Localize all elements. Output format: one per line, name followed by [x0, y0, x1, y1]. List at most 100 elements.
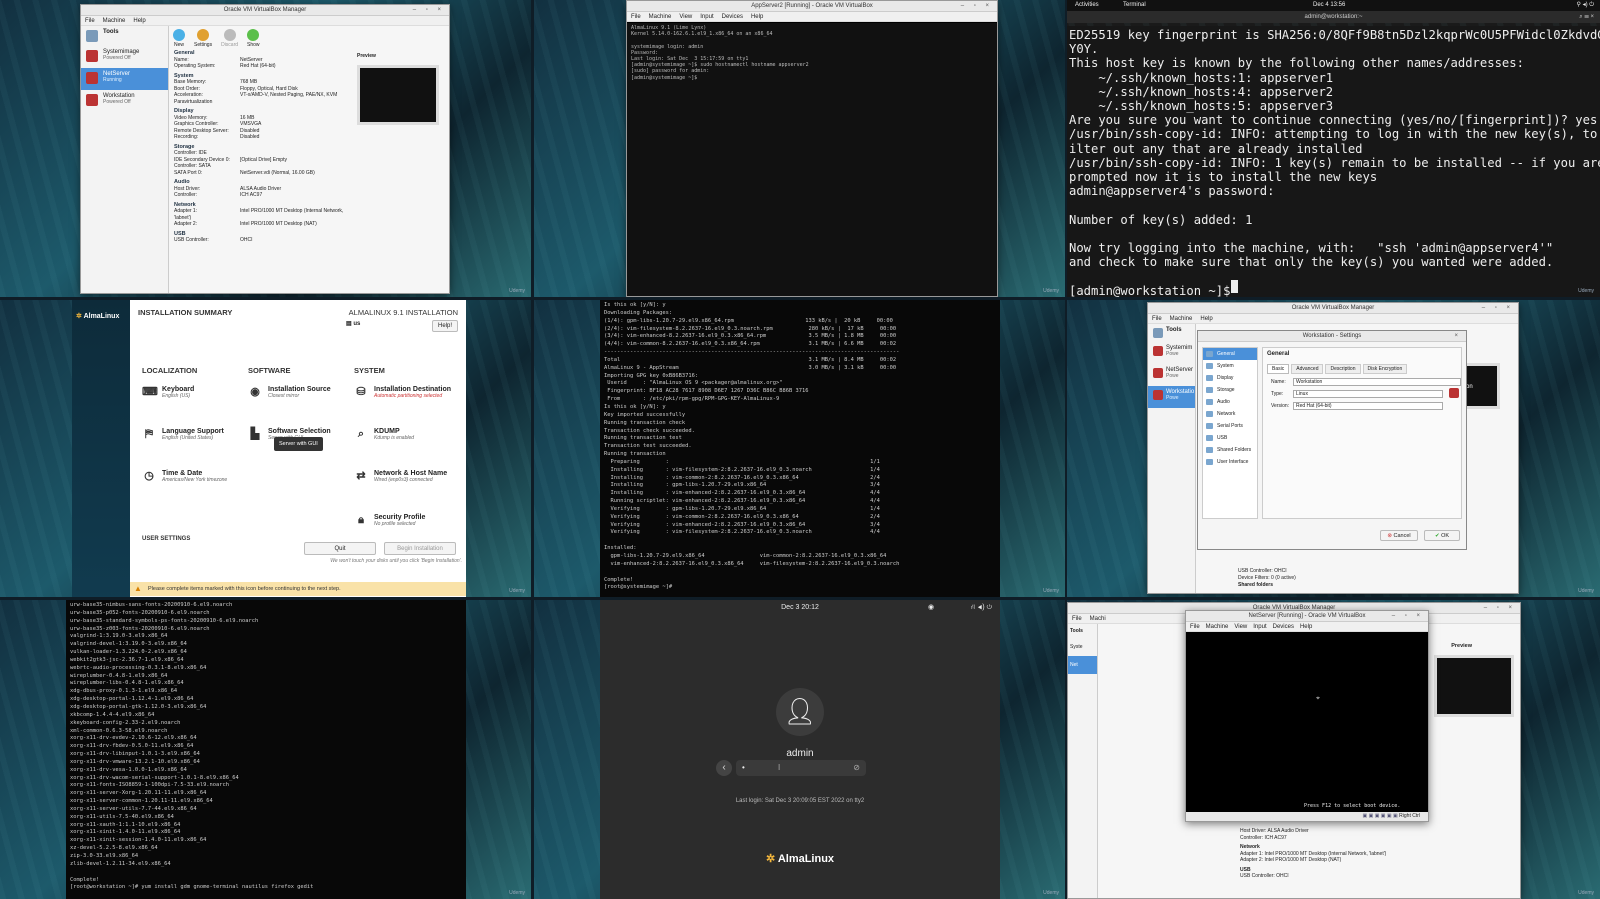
window-controls[interactable]: – ▫ × [413, 5, 445, 16]
detail-value: NetServer [240, 56, 263, 63]
category-display[interactable]: Display [1203, 372, 1257, 384]
menu-machine[interactable]: Machine [103, 16, 126, 25]
menu-file[interactable]: File [85, 16, 95, 25]
type-select[interactable]: Linux [1293, 390, 1443, 398]
spoke-installation-destination[interactable]: ⛁ Installation Destination Automatic parti… [352, 386, 452, 399]
tools-item[interactable]: Tools [81, 26, 168, 46]
tab-description[interactable]: Description [1325, 364, 1361, 374]
tab-advanced[interactable]: Advanced [1291, 364, 1324, 374]
disc-icon: ◉ [250, 386, 260, 398]
version-select[interactable]: Red Hat (64-bit) [1293, 402, 1443, 410]
menu-devices[interactable]: Devices [1273, 622, 1294, 631]
back-button[interactable]: ‹ [716, 760, 732, 776]
begin-installation-button[interactable]: Begin Installation [384, 542, 456, 555]
vm-item-workstation[interactable]: Workstation Powered Off [81, 90, 168, 112]
menu-file[interactable]: File [1152, 314, 1162, 323]
close-icon[interactable]: × [1454, 331, 1462, 342]
menu-machine[interactable]: Machine [1206, 622, 1229, 631]
network-icon: ⇄ [356, 470, 366, 482]
category-general[interactable]: General [1203, 348, 1257, 360]
window-controls[interactable]: – ▫ × [961, 1, 993, 12]
category-user-interface[interactable]: User Interface [1203, 456, 1257, 468]
clock[interactable]: Dec 3 20:12 [781, 604, 819, 611]
menu-machine[interactable]: Machine [649, 12, 672, 21]
category-serial-ports[interactable]: Serial Ports [1203, 420, 1257, 432]
spoke-network-hostname[interactable]: ⇄ Network & Host Name Wired (enp0s3) conne… [352, 470, 452, 483]
spoke-kdump[interactable]: ⌕ KDUMP Kdump is enabled [352, 428, 414, 441]
category-shared-folders[interactable]: Shared Folders [1203, 444, 1257, 456]
menu-help[interactable]: Help [133, 16, 145, 25]
quit-button[interactable]: Quit [304, 542, 376, 555]
spoke-installation-source[interactable]: ◉ Installation Source Closest mirror [246, 386, 330, 399]
menu-view[interactable]: View [679, 12, 692, 21]
vbox-manager-window: Oracle VM VirtualBox Manager – ▫ × File M… [80, 4, 450, 294]
category-storage[interactable]: Storage [1203, 384, 1257, 396]
menu-help[interactable]: Help [751, 12, 763, 21]
vm-list: Tools Syste Net [1068, 624, 1098, 898]
vm-item-systemimage[interactable]: Systemimage Powered Off [81, 46, 168, 68]
window-controls[interactable]: – ▫ × [1484, 603, 1516, 614]
tools-item[interactable]: Tools [1068, 624, 1097, 638]
clock[interactable]: Dec 4 13:56 [1313, 0, 1345, 11]
category-system[interactable]: System [1203, 360, 1257, 372]
device-status-icons[interactable]: ▣ ▣ ▣ ▣ ▣ ▣ [1362, 813, 1399, 819]
text-cursor-icon: I [778, 763, 781, 772]
window-controls[interactable]: – ▫ × [1482, 303, 1514, 314]
menu-machine[interactable]: Machi [1090, 614, 1106, 623]
spoke-security-profile[interactable]: 🔒︎ Security Profile No profile selected [352, 514, 425, 527]
vm-item-netserver[interactable]: NetServer Running [81, 68, 168, 90]
almalinux-logo: ✲ AlmaLinux [765, 853, 835, 865]
keyboard-layout-indicator[interactable]: ▤ us [346, 320, 360, 327]
console-output[interactable]: Is this ok [y/N]: y Downloading Packages… [600, 300, 1000, 597]
tools-icon [1153, 328, 1163, 338]
accessibility-icon[interactable]: ◉ [928, 600, 934, 616]
vm-item-netserver[interactable]: Net [1068, 656, 1097, 674]
tab-basic[interactable]: Basic [1267, 364, 1290, 374]
activities-button[interactable]: Activities [1075, 0, 1099, 11]
vm-item-systemimage[interactable]: Syste [1068, 638, 1097, 656]
menu-help[interactable]: Help [1300, 622, 1312, 631]
menu-input[interactable]: Input [1253, 622, 1266, 631]
system-tray-icons[interactable]: ⚲ ◂) ⏻ [1577, 0, 1594, 11]
vm-os-icon [86, 94, 98, 106]
menu-help[interactable]: Help [1200, 314, 1212, 323]
terminal-app-menu[interactable]: Terminal [1123, 0, 1146, 11]
preview-label: Preview [1451, 643, 1472, 649]
category-usb[interactable]: USB [1203, 432, 1257, 444]
headerbar-buttons[interactable]: ⌕ ☰ × [1579, 11, 1594, 23]
cancel-button[interactable]: ⊗ Cancel [1380, 530, 1418, 541]
spoke-keyboard[interactable]: ⌨ Keyboard English (US) [140, 386, 194, 399]
name-field[interactable]: Workstation [1293, 378, 1461, 386]
vm-item-systemimage[interactable]: Systemim Powe [1148, 342, 1195, 364]
detail-row: Adapter 1: Intel PRO/1000 MT Desktop (Int… [174, 208, 350, 221]
vm-item-netserver[interactable]: NetServer Powe [1148, 364, 1195, 386]
vm-console[interactable]: AlmaLinux 9.1 (Lime Lynx) Kernel 5.14.0-… [627, 23, 997, 296]
reveal-password-icon[interactable]: ⊘ [853, 760, 860, 776]
menu-devices[interactable]: Devices [722, 12, 743, 21]
spoke-time-date[interactable]: ◷ Time & Date Americas/New York timezone [140, 470, 227, 483]
menu-file[interactable]: File [631, 12, 641, 21]
window-titlebar: AppServer2 [Running] - Oracle VM Virtual… [627, 1, 997, 12]
window-controls[interactable]: – ▫ × [1392, 611, 1424, 622]
ok-button[interactable]: ✔ OK [1424, 530, 1460, 541]
console-output[interactable]: urw-base35-nimbus-sans-fonts-20200910-6.… [66, 600, 466, 899]
help-button[interactable]: Help! [432, 320, 458, 332]
spoke-language-support[interactable]: ⛿ Language Support English (United States) [140, 428, 224, 441]
menu-view[interactable]: View [1234, 622, 1247, 631]
menu-input[interactable]: Input [700, 12, 713, 21]
watermark: Udemy [509, 288, 525, 294]
tab-disk-encryption[interactable]: Disk Encryption [1362, 364, 1408, 374]
system-status-icons[interactable]: ⛙ ◂) ⏻ [971, 600, 992, 616]
category-audio[interactable]: Audio [1203, 396, 1257, 408]
menu-machine[interactable]: Machine [1170, 314, 1193, 323]
preview-label: Preview [357, 53, 376, 59]
category-network[interactable]: Network [1203, 408, 1257, 420]
menu-file[interactable]: File [1190, 622, 1200, 631]
terminal-output[interactable]: ED25519 key fingerprint is SHA256:0/8QFf… [1067, 26, 1600, 297]
vm-item-workstation[interactable]: Workstatio Powe [1148, 386, 1195, 408]
tools-item[interactable]: Tools [1148, 324, 1195, 342]
detail-value: ICH AC97 [240, 192, 263, 198]
password-field[interactable]: • I ⊘ [736, 760, 866, 776]
vm-os-icon [1153, 368, 1163, 378]
menu-file[interactable]: File [1072, 614, 1082, 623]
